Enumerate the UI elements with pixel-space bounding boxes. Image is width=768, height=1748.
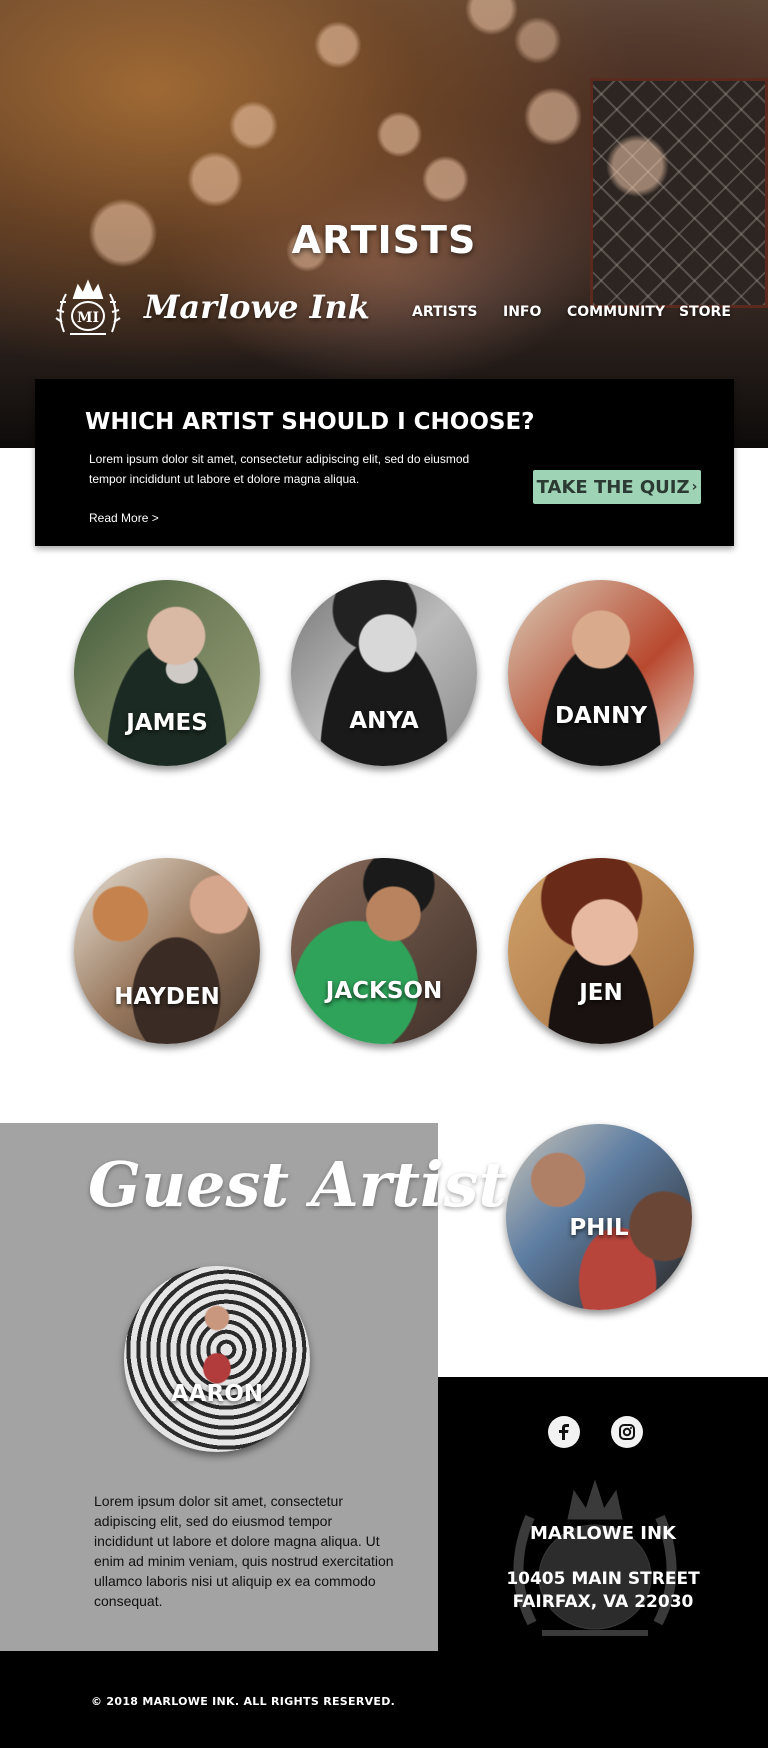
- crown-crest-watermark-icon: [513, 1479, 677, 1636]
- artist-name: HAYDEN: [114, 984, 220, 1010]
- instagram-icon[interactable]: [611, 1416, 643, 1448]
- guest-artist-description: Lorem ipsum dolor sit amet, consectetur …: [94, 1493, 394, 1609]
- artist-name: PHIL: [569, 1215, 629, 1241]
- nav-store[interactable]: STORE: [679, 304, 731, 320]
- artist-card-jen[interactable]: JEN: [508, 858, 694, 1044]
- brand-logo-text[interactable]: Marlowe Ink: [144, 288, 370, 326]
- artist-card-anya[interactable]: ANYA: [291, 580, 477, 766]
- quiz-card: WHICH ARTIST SHOULD I CHOOSE? Lorem ipsu…: [35, 379, 734, 546]
- artist-name: JACKSON: [325, 978, 443, 1004]
- facebook-icon[interactable]: [548, 1416, 580, 1448]
- take-quiz-label: TAKE THE QUIZ: [536, 476, 690, 498]
- guest-artist-title: Guest Artist: [88, 1148, 508, 1221]
- artist-card-danny[interactable]: DANNY: [508, 580, 694, 766]
- quiz-description: Lorem ipsum dolor sit amet, consectetur …: [89, 452, 470, 486]
- nav-community[interactable]: COMMUNITY: [567, 304, 665, 320]
- artist-card-hayden[interactable]: HAYDEN: [74, 858, 260, 1044]
- artist-name: AARON: [170, 1381, 264, 1407]
- take-quiz-button[interactable]: TAKE THE QUIZ ›: [533, 470, 701, 504]
- artist-name: JEN: [579, 980, 623, 1006]
- artist-card-james[interactable]: JAMES: [74, 580, 260, 766]
- page-title: ARTISTS: [291, 218, 477, 262]
- artist-name: JAMES: [126, 710, 208, 736]
- contact-address-line1: 10405 MAIN STREET: [506, 1569, 700, 1589]
- quiz-heading: WHICH ARTIST SHOULD I CHOOSE?: [85, 409, 535, 435]
- contact-address-line2: FAIRFAX, VA 22030: [512, 1592, 694, 1612]
- artist-name: DANNY: [554, 703, 648, 729]
- artist-card-aaron[interactable]: AARON: [124, 1266, 310, 1452]
- svg-text:MI: MI: [77, 310, 99, 326]
- artist-card-phil[interactable]: PHIL: [506, 1124, 692, 1310]
- artist-card-jackson[interactable]: JACKSON: [291, 858, 477, 1044]
- nav-info[interactable]: INFO: [503, 304, 541, 320]
- footer: © 2018 MARLOWE INK. ALL RIGHTS RESERVED.: [0, 1651, 768, 1748]
- chevron-right-icon: ›: [691, 479, 698, 495]
- artist-name: ANYA: [349, 708, 419, 734]
- nav-artists[interactable]: ARTISTS: [412, 304, 477, 320]
- contact-business-name: MARLOWE INK: [530, 1523, 676, 1544]
- copyright-text: © 2018 MARLOWE INK. ALL RIGHTS RESERVED.: [91, 1695, 396, 1708]
- crown-crest-icon[interactable]: MI: [52, 278, 124, 344]
- read-more-link[interactable]: Read More >: [89, 511, 159, 525]
